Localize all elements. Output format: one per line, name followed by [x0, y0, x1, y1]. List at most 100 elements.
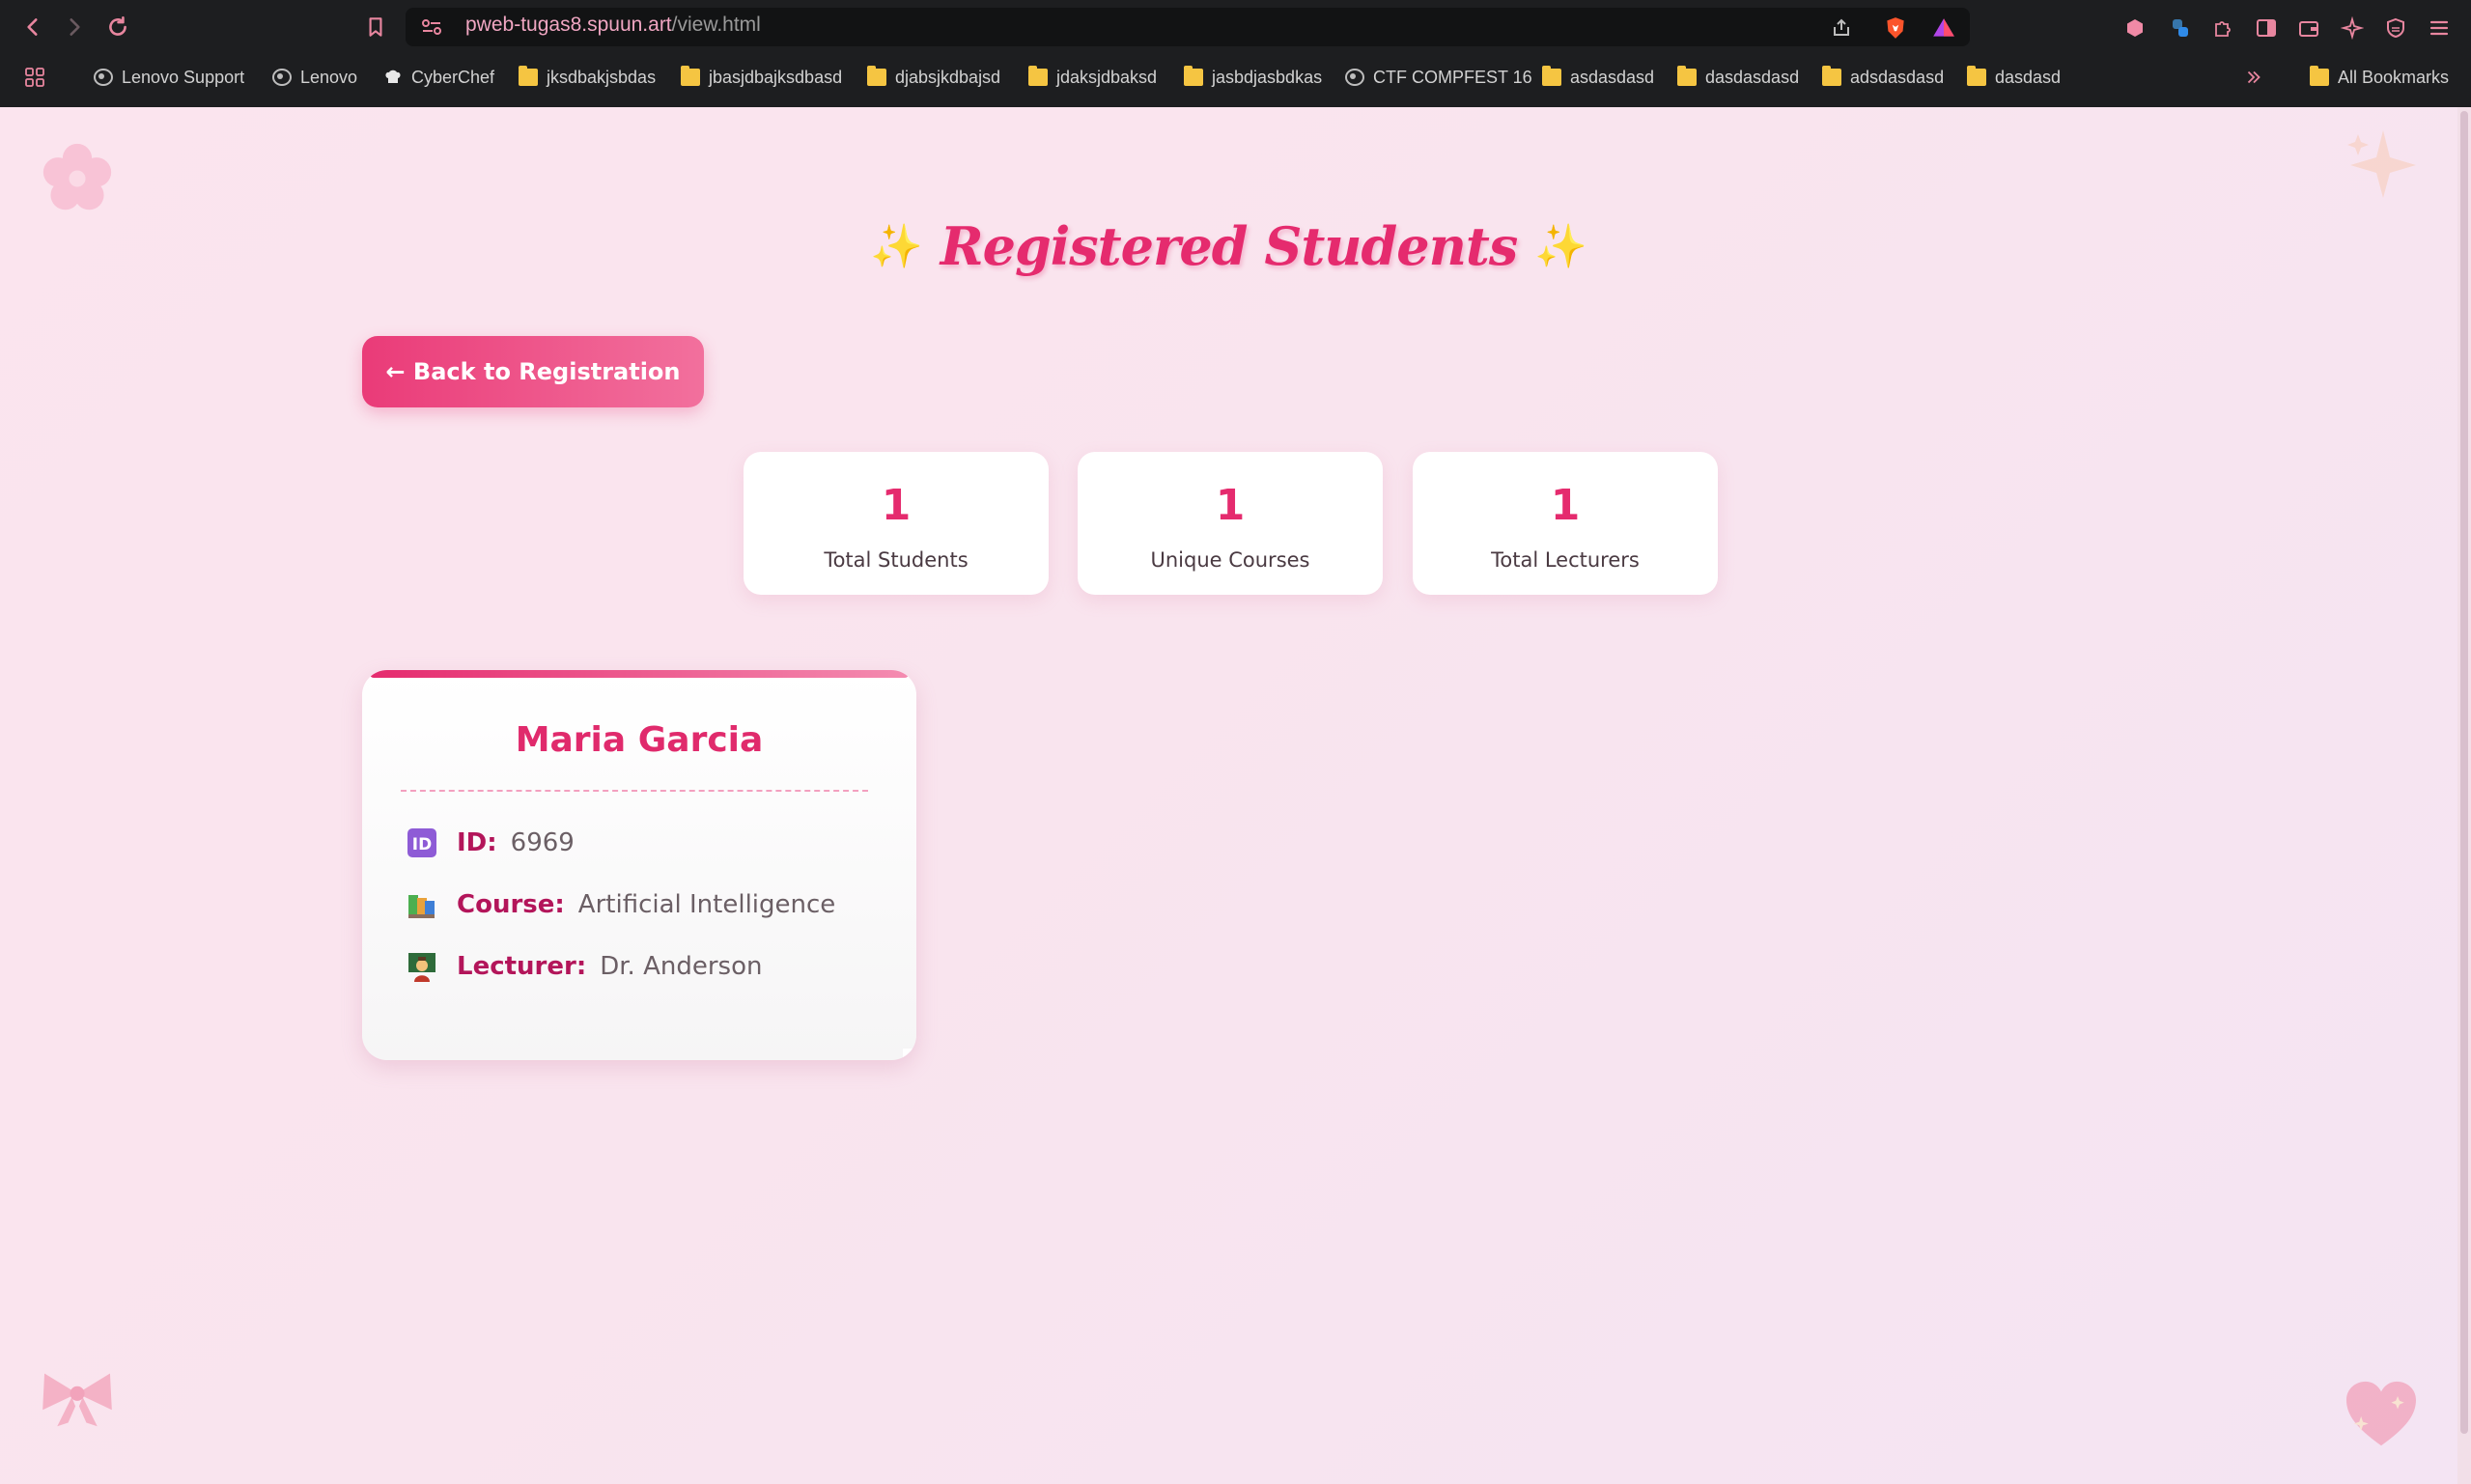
- sparkles-icon: ✨: [1534, 222, 1588, 271]
- info-value: Artificial Intelligence: [577, 890, 836, 919]
- sparkle-decoration-icon: [2343, 125, 2420, 206]
- bookmark-item[interactable]: dasdasd: [1967, 66, 2061, 89]
- bookmark-label: Lenovo: [300, 67, 358, 87]
- scrollbar-thumb[interactable]: [2460, 111, 2468, 1434]
- sparkles-icon: ✨: [869, 222, 923, 271]
- all-bookmarks[interactable]: All Bookmarks: [2310, 66, 2449, 89]
- bookmark-item[interactable]: CTF COMPFEST 16: [1345, 66, 1532, 89]
- bookmark-page-icon[interactable]: [358, 10, 393, 44]
- page-title-text: Registered Students: [940, 215, 1518, 277]
- bookmark-item[interactable]: jksdbakjsbdas: [519, 66, 656, 89]
- brave-shields-icon[interactable]: [1881, 14, 1910, 42]
- folder-icon: [1184, 66, 1203, 86]
- bookmark-item[interactable]: Lenovo: [272, 66, 357, 89]
- sidebar-toggle-icon[interactable]: [2252, 14, 2281, 42]
- back-to-registration-button[interactable]: ← Back to Registration: [362, 336, 704, 407]
- globe-icon: [272, 69, 292, 86]
- bookmark-item[interactable]: CyberChef: [383, 66, 494, 89]
- bookmark-label: djabsjkdbajsd: [895, 67, 1001, 87]
- info-value: 6969: [510, 828, 575, 857]
- bookmark-item[interactable]: dasdasdasd: [1677, 66, 1799, 89]
- card-corner: [903, 1049, 913, 1060]
- bookmark-item[interactable]: Lenovo Support: [94, 66, 244, 89]
- bookmark-label: CyberChef: [411, 67, 495, 87]
- bookmark-label: jasbdjasbdkas: [1212, 67, 1323, 87]
- url-host: pweb-tugas8.spuun.art: [465, 14, 672, 36]
- menu-icon[interactable]: [2425, 14, 2454, 42]
- page-scrollbar[interactable]: [2457, 107, 2471, 1484]
- all-bookmarks-label: All Bookmarks: [2338, 67, 2450, 87]
- folder-icon: [1967, 66, 1986, 86]
- info-label: Lecturer:: [457, 952, 587, 981]
- student-name: Maria Garcia: [515, 720, 764, 760]
- bookmark-item[interactable]: asdasdasd: [1542, 66, 1654, 89]
- brave-rewards-icon[interactable]: [1929, 14, 1958, 42]
- apps-grid-icon[interactable]: [23, 66, 46, 89]
- flower-decoration-icon: [41, 142, 114, 219]
- bookmark-item[interactable]: jasbdjasbdkas: [1184, 66, 1322, 89]
- bookmarks-bar: Lenovo Support Lenovo CyberChef jksdbakj…: [0, 56, 2471, 98]
- card-divider: [401, 790, 868, 792]
- info-label: ID:: [457, 828, 497, 857]
- folder-icon: [681, 66, 700, 86]
- id-icon: ID: [407, 827, 437, 858]
- stat-card-total-students: 1 Total Students: [744, 452, 1049, 595]
- globe-icon: [1345, 69, 1364, 86]
- books-icon: [407, 889, 437, 920]
- bow-decoration-icon: [39, 1366, 116, 1434]
- globe-icon: [94, 69, 113, 86]
- svg-text:ID: ID: [412, 835, 432, 854]
- bookmark-label: adsdasdasd: [1850, 67, 1945, 87]
- stat-value: 1: [1215, 481, 1246, 530]
- folder-icon: [867, 66, 886, 86]
- page-title: ✨ Registered Students ✨: [0, 215, 2457, 277]
- bookmark-label: dasdasdasd: [1705, 67, 1800, 87]
- extension-cube-icon[interactable]: [2120, 14, 2149, 42]
- student-card: Maria Garcia ID ID: 6969 Course: Artific…: [362, 670, 916, 1060]
- stat-card-total-lecturers: 1 Total Lecturers: [1413, 452, 1718, 595]
- vpn-shield-icon[interactable]: [2381, 14, 2410, 42]
- browser-toolbar: pweb-tugas8.spuun.art/view.html: [0, 0, 2471, 54]
- bookmark-item[interactable]: djabsjkdbajsd: [867, 66, 1000, 89]
- chef-hat-icon: [383, 69, 403, 86]
- bookmark-item[interactable]: jdaksjdbaksd: [1028, 66, 1157, 89]
- reload-icon[interactable]: [100, 10, 135, 44]
- student-lecturer-row: Lecturer: Dr. Anderson: [407, 947, 762, 986]
- bookmark-label: asdasdasd: [1570, 67, 1655, 87]
- teacher-icon: [407, 951, 437, 982]
- extension-python-icon[interactable]: [2166, 14, 2195, 42]
- folder-icon: [1028, 66, 1048, 86]
- student-id-row: ID ID: 6969: [407, 824, 575, 862]
- site-info-icon[interactable]: [419, 15, 444, 39]
- leo-ai-icon[interactable]: [2338, 14, 2367, 42]
- bookmark-label: dasdasd: [1995, 67, 2062, 87]
- back-arrow-icon[interactable]: [15, 10, 50, 44]
- card-accent-bar: [370, 670, 909, 678]
- folder-icon: [519, 66, 538, 86]
- bookmark-item[interactable]: jbasjdbajksdbasd: [681, 66, 842, 89]
- forward-arrow-icon[interactable]: [57, 10, 92, 44]
- info-label: Course:: [457, 890, 565, 919]
- bookmark-label: jbasjdbajksdbasd: [709, 67, 843, 87]
- folder-icon: [1542, 66, 1561, 86]
- bookmark-label: jksdbakjsbdas: [547, 67, 657, 87]
- student-course-row: Course: Artificial Intelligence: [407, 885, 835, 924]
- bookmark-label: CTF COMPFEST 16: [1373, 67, 1532, 87]
- extensions-puzzle-icon[interactable]: [2208, 14, 2237, 42]
- bookmark-item[interactable]: adsdasdasd: [1822, 66, 1944, 89]
- stat-value: 1: [1550, 481, 1581, 530]
- folder-icon: [1677, 66, 1697, 86]
- url-text[interactable]: pweb-tugas8.spuun.art/view.html: [465, 14, 761, 37]
- page-content: ✨ Registered Students ✨ ← Back to Registra…: [0, 107, 2457, 1484]
- url-path: /view.html: [671, 14, 761, 36]
- folder-icon: [1822, 66, 1841, 86]
- folder-icon: [2310, 66, 2329, 86]
- stat-value: 1: [881, 481, 912, 530]
- stat-label: Total Students: [824, 548, 969, 572]
- info-value: Dr. Anderson: [600, 952, 763, 981]
- bookmark-label: jdaksjdbaksd: [1056, 67, 1158, 87]
- wallet-icon[interactable]: [2294, 14, 2323, 42]
- share-icon[interactable]: [1827, 14, 1856, 42]
- more-bookmarks-chevron-icon[interactable]: [2243, 66, 2264, 89]
- browser-chrome: pweb-tugas8.spuun.art/view.html Lenovo S…: [0, 0, 2471, 107]
